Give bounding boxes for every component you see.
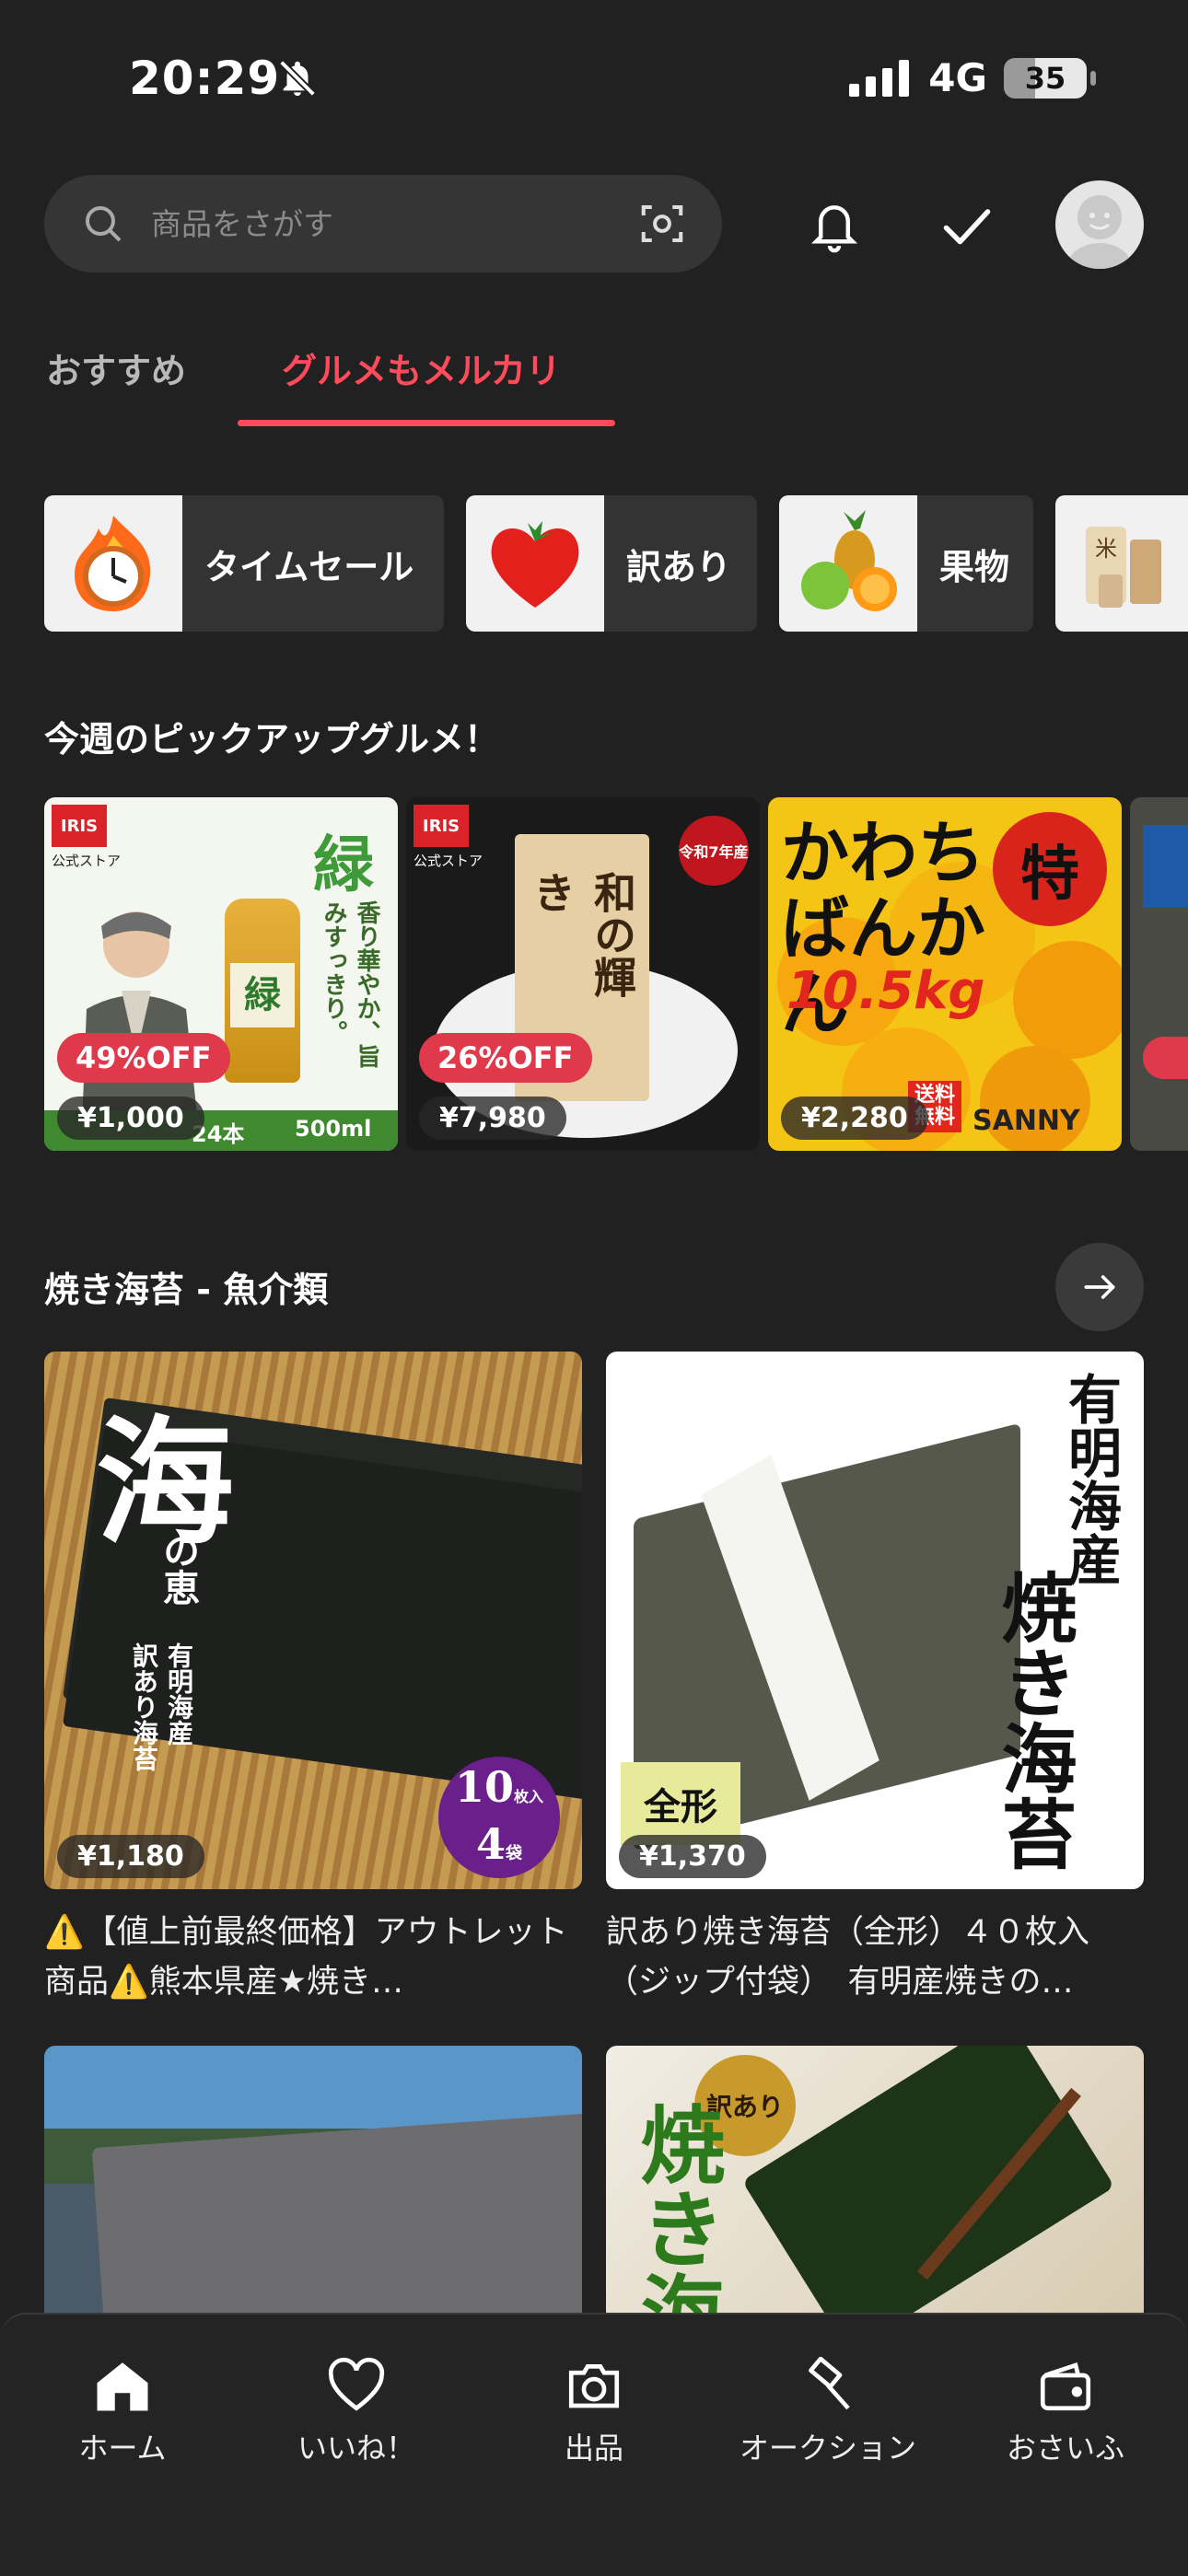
tea-volume: 500ml (295, 1116, 372, 1142)
category-time-sale[interactable]: タイムセール (44, 495, 444, 632)
price-label: ¥1,000 (57, 1097, 204, 1140)
discount-badge: 26%OFF (419, 1033, 592, 1083)
nori-title-text: 焼き海苔 (988, 1569, 1077, 1871)
product-card[interactable]: 有明海産 焼き海苔 全形 ¥1,370 (606, 1352, 1144, 1889)
special-badge: 特 (993, 812, 1107, 926)
tab-active-indicator (238, 420, 615, 426)
category-label: 訳あり (626, 546, 732, 587)
nav-label: おさいふ (1006, 2431, 1124, 2466)
product-title[interactable]: 訳あり焼き海苔（全形）４０枚入（ジップ付袋） 有明産焼きの… (606, 1908, 1149, 2007)
pickup-item[interactable]: 特 かわちばんかん 10.5kg 送料無料 SANNY ¥2,280 (768, 797, 1122, 1151)
price-label: ¥7,980 (419, 1097, 566, 1140)
network-type: 4G (928, 55, 987, 100)
category-rice[interactable]: 米 (1055, 495, 1188, 632)
year-badge: 令和7年産 (679, 816, 749, 886)
gavel-icon (798, 2357, 858, 2414)
arrow-right-icon (1079, 1267, 1120, 1307)
nav-auction[interactable]: オークション (709, 2357, 947, 2467)
camera-icon (564, 2357, 624, 2414)
status-time: 20:29 (129, 52, 281, 105)
tab-gourmet[interactable]: グルメもメルカリ (282, 342, 561, 393)
shop-logo: SANNY (973, 1105, 1080, 1137)
origin-text: 有明海産 (164, 1642, 194, 1746)
search-input[interactable] (149, 204, 637, 243)
battery-icon: 35 (1004, 57, 1096, 99)
store-label: 公式ストア (52, 853, 122, 869)
nav-wallet[interactable]: おさいふ (947, 2357, 1184, 2467)
nav-likes[interactable]: いいね！ (238, 2357, 475, 2467)
nori-section-title: 焼き海苔 - 魚介類 (44, 1270, 329, 1310)
camera-scan-icon[interactable] (637, 199, 687, 249)
notification-bell-icon[interactable] (798, 189, 871, 262)
heart-icon (326, 2357, 387, 2414)
clock-fire-icon (44, 495, 182, 632)
count-bags-unit: 袋 (506, 1844, 522, 1863)
svg-text:米: 米 (1095, 536, 1117, 562)
brand-text: 緑 (313, 830, 374, 900)
tomato-heart-icon (466, 495, 604, 632)
fruit-icon (779, 495, 917, 632)
store-label: 公式ストア (413, 853, 483, 869)
rice-bag-icon: 米 (1055, 495, 1188, 632)
bottle-image: 緑 (225, 899, 300, 1083)
search-icon (81, 202, 125, 246)
iris-logo: IRIS (413, 805, 469, 847)
rice-brand: 和の輝き (527, 871, 637, 998)
pickup-section-title: 今週のピックアップグルメ！ (44, 719, 500, 760)
signal-icon (849, 59, 910, 97)
discount-badge: 49%OFF (57, 1033, 230, 1083)
checklist-icon[interactable] (930, 189, 1004, 262)
category-label: タイムセール (204, 546, 414, 587)
see-more-button[interactable] (1055, 1243, 1144, 1331)
count-badge: 10枚入 4袋 (438, 1757, 560, 1878)
avatar[interactable] (1055, 180, 1144, 269)
battery-level: 35 (1024, 60, 1066, 96)
citrus-weight: 10.5kg (786, 961, 985, 1021)
pickup-item[interactable]: IRIS 公式ストア 令和7年産 和の輝き 26%OFF ¥7,980 (406, 797, 760, 1151)
product-card[interactable]: 訳あり 焼き海 (606, 2046, 1144, 2322)
nav-home[interactable]: ホーム (4, 2357, 241, 2467)
category-label: 果物 (939, 546, 1010, 587)
sea-blessing: の恵 (157, 1532, 200, 1606)
home-icon (92, 2357, 153, 2414)
product-card[interactable] (44, 2046, 582, 2322)
product-title[interactable]: ⚠️【値上前最終価格】アウトレット商品⚠️熊本県産★焼き… (44, 1908, 588, 2007)
nav-label: ホーム (78, 2431, 167, 2466)
product-card[interactable]: 海 の恵 有明海産 訳あり海苔 10枚入 4袋 ¥1,180 (44, 1352, 582, 1889)
category-fruit[interactable]: 果物 (779, 495, 1033, 632)
outlet-text: 訳あり海苔 (129, 1642, 159, 1771)
count-sheets-unit: 枚入 (514, 1788, 544, 1805)
price-label: ¥2,280 (781, 1097, 928, 1140)
nav-sell[interactable]: 出品 (475, 2357, 713, 2467)
count-bags: 4 (475, 1819, 506, 1869)
status-indicators: 4G 35 (849, 55, 1096, 100)
discount-badge-partial (1143, 1037, 1188, 1079)
nav-label: 出品 (564, 2431, 623, 2466)
partial-image (1143, 825, 1188, 908)
wallet-icon (1035, 2357, 1096, 2414)
tea-copy: 香り華やか、旨みすっきり。 (320, 900, 380, 1068)
nori-sheet-image (91, 2109, 582, 2322)
yakinori-text: 焼き海 (626, 2101, 726, 2322)
full-size-tag: 全形 (621, 1762, 740, 1845)
price-label: ¥1,370 (619, 1835, 766, 1878)
nav-label: オークション (739, 2431, 916, 2466)
tab-recommended[interactable]: おすすめ (46, 342, 186, 393)
price-label: ¥1,180 (57, 1835, 204, 1878)
pickup-item[interactable] (1130, 797, 1188, 1151)
iris-logo: IRIS (52, 805, 107, 847)
category-outlet[interactable]: 訳あり (466, 495, 757, 632)
nav-label: いいね！ (297, 2431, 415, 2466)
count-sheets: 10 (454, 1762, 514, 1812)
search-bar[interactable] (44, 175, 722, 273)
onigiri-image (741, 2046, 1115, 2322)
bottle-label: 緑 (230, 963, 295, 1027)
bell-mute-icon (276, 57, 319, 103)
pickup-item[interactable]: IRIS 公式ストア 緑 緑 香り華やか、旨みすっきり。 24本 500ml 4… (44, 797, 398, 1151)
